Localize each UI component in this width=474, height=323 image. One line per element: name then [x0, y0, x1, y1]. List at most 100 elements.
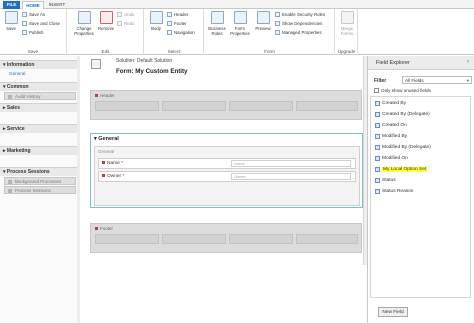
- save-and-close-label: Save and Close: [29, 21, 60, 26]
- field-list-item[interactable]: Status Reason: [373, 187, 469, 196]
- chevron-down-icon: ▾: [466, 78, 469, 83]
- save-group: Save Save As Save and Close Publish Save: [0, 9, 67, 55]
- field-name: Status: [382, 178, 396, 183]
- footer-icon: [167, 21, 172, 27]
- nav-item-process-sessions[interactable]: Process Sessions: [4, 186, 76, 194]
- field-list-item[interactable]: Created On: [373, 121, 469, 130]
- nav-sales-header[interactable]: ▸ Sales: [0, 103, 80, 112]
- general-section[interactable]: General Name * Name Owner * Owner: [94, 146, 360, 206]
- owner-label-text: Owner: [107, 174, 122, 179]
- undo-icon: [117, 12, 122, 18]
- owner-field-row[interactable]: Owner * Owner: [98, 171, 356, 182]
- save-label: Save: [6, 26, 16, 31]
- footer-field-slot[interactable]: [296, 234, 358, 244]
- navigation-label: Navigation: [174, 30, 195, 35]
- field-list-item[interactable]: Created By: [373, 99, 469, 108]
- nav-service-label: Service: [6, 126, 25, 132]
- business-rules-button[interactable]: Business Rules: [207, 11, 227, 36]
- field-explorer-title: Field Explorer: [376, 60, 410, 66]
- preview-button[interactable]: Preview: [253, 11, 273, 31]
- undo-button[interactable]: Undo: [117, 11, 135, 18]
- show-dependencies-label: Show Dependencies: [282, 21, 323, 26]
- owner-field-label: Owner *: [102, 174, 124, 179]
- nav-marketing-header[interactable]: ▸ Marketing: [0, 146, 80, 155]
- field-list-item[interactable]: Modified By: [373, 132, 469, 141]
- navigation-button[interactable]: Navigation: [167, 29, 195, 36]
- field-list-item-highlighted[interactable]: My Local Option Set: [373, 165, 469, 174]
- name-field-row[interactable]: Name * Name: [98, 158, 356, 169]
- filter-select[interactable]: All Fields ▾: [402, 76, 472, 84]
- field-explorer-header: Field Explorer ›: [368, 56, 474, 70]
- security-roles-icon: [275, 12, 280, 18]
- field-list-item[interactable]: Status: [373, 176, 469, 185]
- header-field-slot[interactable]: [229, 101, 293, 111]
- field-explorer: Field Explorer › Filter All Fields ▾ Onl…: [367, 56, 474, 323]
- process-sessions-label: Process Sessions: [15, 188, 51, 193]
- nav-process-sessions-header[interactable]: ▾ Process Sessions: [0, 167, 80, 176]
- header-button[interactable]: Header: [167, 11, 188, 18]
- nav-item-general[interactable]: General: [9, 70, 25, 77]
- header-section[interactable]: Header: [90, 90, 362, 120]
- undo-label: Undo: [124, 12, 135, 17]
- remove-button[interactable]: Remove: [97, 11, 115, 31]
- footer-label: Footer: [174, 21, 187, 26]
- dependencies-icon: [275, 21, 280, 27]
- show-dependencies-button[interactable]: Show Dependencies: [275, 20, 322, 27]
- field-name: Modified By: [382, 134, 408, 139]
- field-name: Created On: [382, 123, 407, 128]
- enable-security-roles-button[interactable]: Enable Security Roles: [275, 11, 325, 18]
- managed-properties-button[interactable]: Managed Properties: [275, 29, 322, 36]
- change-properties-button[interactable]: Change Properties: [71, 11, 97, 36]
- redo-button[interactable]: Redo: [117, 20, 135, 27]
- footer-field-slot[interactable]: [95, 234, 159, 244]
- background-processes-icon: [8, 179, 12, 184]
- header-field-slot[interactable]: [95, 101, 159, 111]
- form-group-label: Form: [264, 49, 275, 54]
- save-as-button[interactable]: Save As: [22, 11, 45, 18]
- field-icon: [375, 189, 380, 194]
- lock-icon: [102, 174, 105, 178]
- nav-service-header[interactable]: ▸ Service: [0, 124, 80, 133]
- publish-button[interactable]: Publish: [22, 29, 43, 36]
- footer-section[interactable]: Footer: [90, 223, 362, 253]
- chevron-right-icon[interactable]: ›: [467, 59, 469, 65]
- owner-field-input[interactable]: Owner: [231, 173, 351, 180]
- header-label-text: Header: [100, 93, 115, 98]
- publish-icon: [22, 30, 27, 36]
- header-field-slot[interactable]: [296, 101, 358, 111]
- body-button[interactable]: Body: [147, 11, 165, 31]
- field-list-item[interactable]: Modified By (Delegate): [373, 143, 469, 152]
- tab-home[interactable]: HOME: [22, 1, 44, 9]
- field-list-item[interactable]: Created By (Delegate): [373, 110, 469, 119]
- name-field-input[interactable]: Name: [231, 160, 351, 167]
- header-label: Header: [174, 12, 189, 17]
- filter-label: Filter: [374, 78, 387, 84]
- remove-icon: [99, 11, 113, 24]
- business-rules-icon: [210, 11, 224, 24]
- general-section-label: General: [98, 149, 115, 154]
- merge-forms-button[interactable]: Merge Forms: [338, 11, 356, 36]
- save-and-close-button[interactable]: Save and Close: [22, 20, 60, 27]
- form-group: Business Rules Form Properties Preview E…: [205, 9, 335, 55]
- preview-icon: [256, 11, 270, 24]
- tab-insert[interactable]: INSERT: [46, 1, 68, 9]
- field-name: Status Reason: [382, 189, 414, 194]
- footer-field-slot[interactable]: [162, 234, 226, 244]
- form-properties-button[interactable]: Form Properties: [229, 11, 251, 36]
- new-field-button[interactable]: New Field: [378, 307, 408, 317]
- general-tab[interactable]: ▾ General General Name * Name Owner * Ow…: [90, 133, 363, 208]
- save-button[interactable]: Save: [3, 11, 19, 31]
- footer-field-slot[interactable]: [229, 234, 293, 244]
- unused-fields-checkbox[interactable]: Only show unused fields: [374, 88, 431, 94]
- header-field-slot[interactable]: [162, 101, 226, 111]
- nav-information-header[interactable]: ▾ Information: [0, 60, 80, 69]
- field-list-item[interactable]: Modified On: [373, 154, 469, 163]
- tab-file[interactable]: FILE: [3, 1, 20, 9]
- nav-item-audit-history[interactable]: Audit History: [4, 92, 76, 100]
- field-icon: [375, 101, 380, 106]
- nav-item-background-processes[interactable]: Background Processes: [4, 177, 76, 185]
- field-icon: [375, 178, 380, 183]
- nav-common-header[interactable]: ▾ Common: [0, 82, 80, 91]
- footer-button[interactable]: Footer: [167, 20, 187, 27]
- managed-properties-icon: [275, 30, 280, 36]
